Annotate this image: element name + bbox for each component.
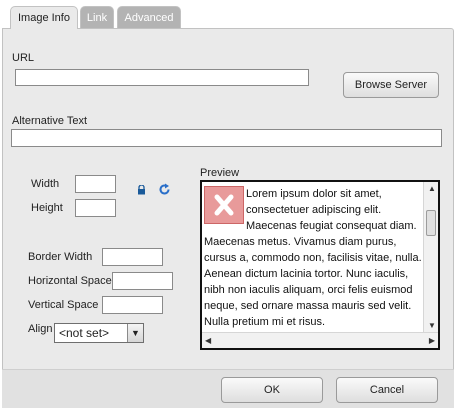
horizontal-space-input[interactable] xyxy=(112,272,173,290)
alternative-text-label: Alternative Text xyxy=(12,115,88,127)
height-label: Height xyxy=(31,202,63,214)
tab-image-info[interactable]: Image Info xyxy=(10,6,78,29)
width-input[interactable] xyxy=(75,175,116,193)
scroll-left-icon[interactable]: ◀ xyxy=(205,336,211,345)
broken-image-icon xyxy=(204,186,244,224)
width-label: Width xyxy=(31,178,60,190)
align-value: <not set> xyxy=(59,326,110,340)
preview-label: Preview xyxy=(200,167,240,179)
vertical-space-input[interactable] xyxy=(102,296,163,314)
scroll-right-icon[interactable]: ▶ xyxy=(429,336,435,345)
scroll-up-icon[interactable]: ▲ xyxy=(428,184,436,193)
preview-horizontal-scrollbar[interactable]: ◀ ▶ xyxy=(202,332,438,348)
preview-vertical-scrollbar[interactable]: ▲ ▼ xyxy=(423,182,438,332)
preview-content: Lorem ipsum dolor sit amet, consectetuer… xyxy=(204,186,422,330)
reset-size-icon[interactable] xyxy=(158,183,171,196)
alternative-text-input[interactable] xyxy=(11,129,442,147)
chevron-down-icon[interactable]: ▼ xyxy=(127,324,143,342)
tab-link[interactable]: Link xyxy=(80,6,114,28)
align-select[interactable]: <not set> ▼ xyxy=(54,323,144,343)
url-label: URL xyxy=(12,52,35,64)
horizontal-space-label: Horizontal Space xyxy=(28,275,112,287)
tab-advanced[interactable]: Advanced xyxy=(117,6,181,28)
scroll-thumb[interactable] xyxy=(426,210,436,236)
scroll-down-icon[interactable]: ▼ xyxy=(428,321,436,330)
preview-box: Lorem ipsum dolor sit amet, consectetuer… xyxy=(200,180,440,350)
ok-button[interactable]: OK xyxy=(221,377,323,403)
border-width-input[interactable] xyxy=(102,248,163,266)
vertical-space-label: Vertical Space xyxy=(28,299,99,311)
align-label: Align xyxy=(28,323,53,335)
url-input[interactable] xyxy=(15,69,309,86)
lock-icon[interactable] xyxy=(137,184,146,195)
height-input[interactable] xyxy=(75,199,116,217)
browse-server-button[interactable]: Browse Server xyxy=(343,72,439,98)
border-width-label: Border Width xyxy=(28,251,93,263)
cancel-button[interactable]: Cancel xyxy=(336,377,438,403)
